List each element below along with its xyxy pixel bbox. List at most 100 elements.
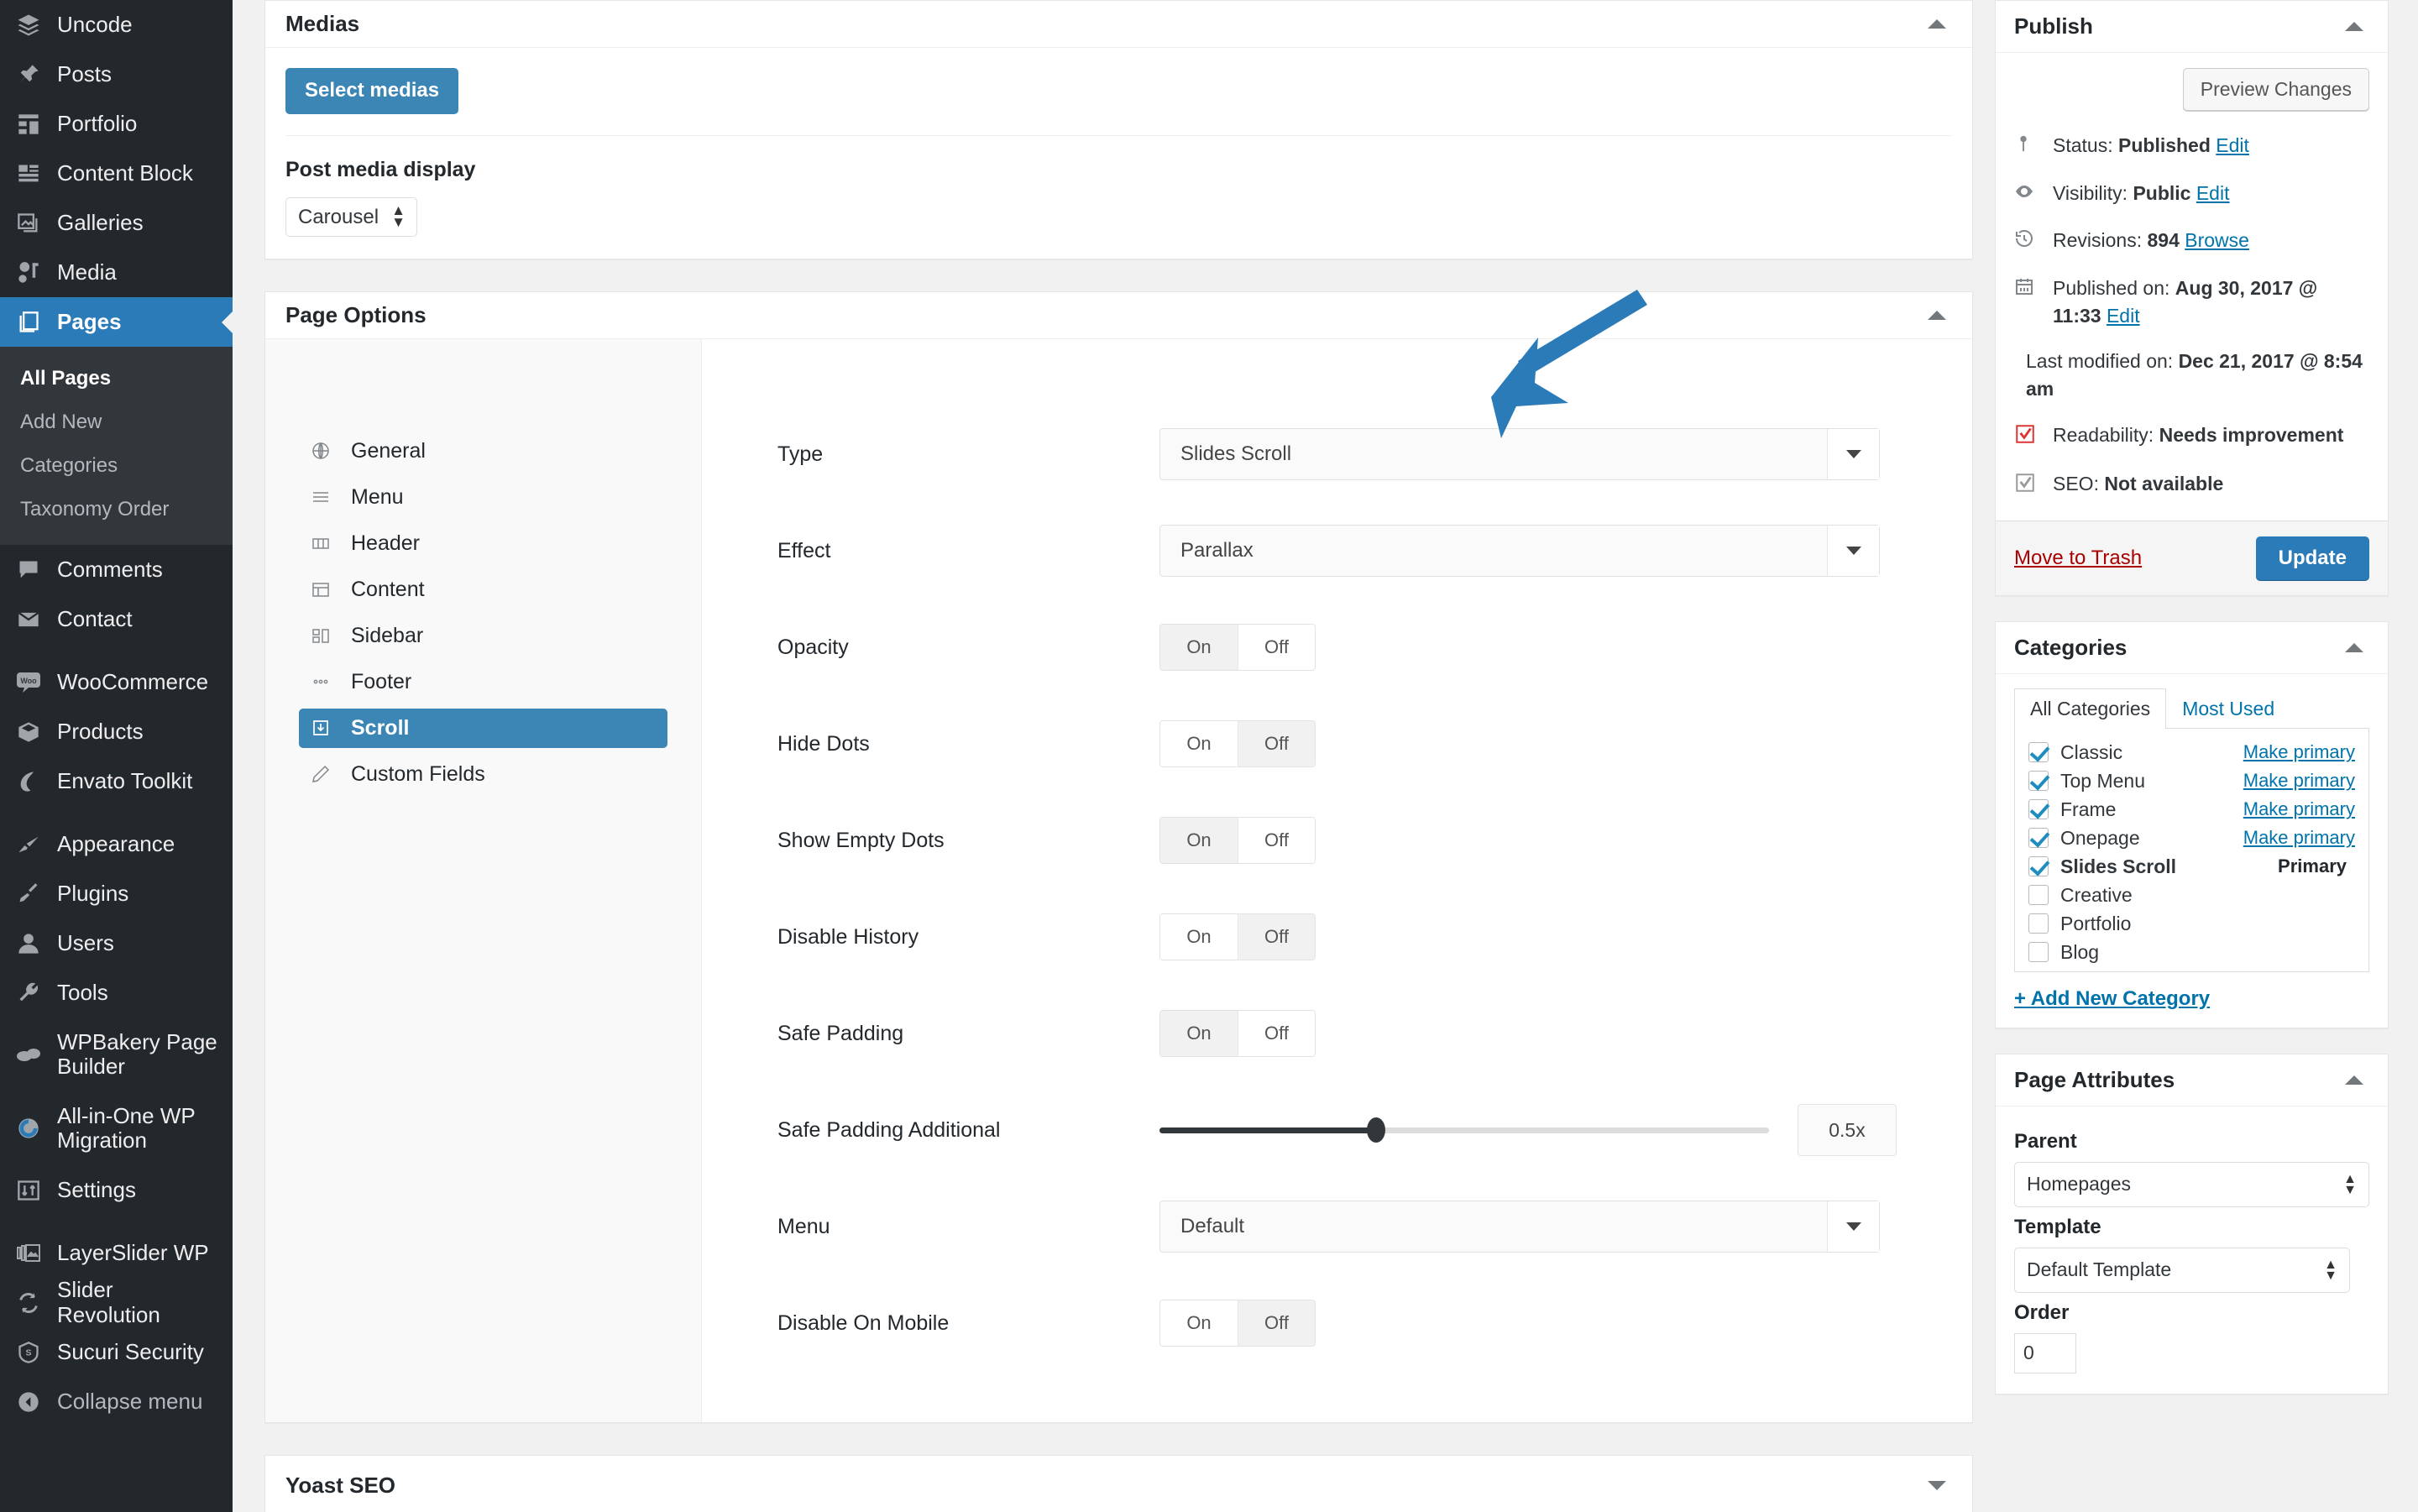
submenu-item-add-new[interactable]: Add New <box>0 400 233 444</box>
category-checkbox[interactable] <box>2028 828 2049 849</box>
effect-select[interactable]: Parallax <box>1159 525 1880 578</box>
opacity-toggle-on[interactable]: On <box>1160 625 1238 671</box>
add-new-category-link[interactable]: + Add New Category <box>2014 987 2369 1011</box>
tab-most-used[interactable]: Most Used <box>2166 688 2290 729</box>
sidebar-item-uncode[interactable]: Uncode <box>0 0 233 50</box>
disable-on-mobile-toggle[interactable]: On Off <box>1159 1300 1316 1347</box>
page-attributes-panel-header[interactable]: Page Attributes <box>1996 1054 2388 1107</box>
yoast-seo-panel-header[interactable]: Yoast SEO <box>265 1456 1972 1512</box>
sidebar-item-pages[interactable]: Pages <box>0 297 233 347</box>
page-options-nav-custom-fields[interactable]: Custom Fields <box>299 755 667 794</box>
collapse-toggle-icon[interactable] <box>2339 12 2369 42</box>
disable-history-toggle-on[interactable]: On <box>1160 914 1238 960</box>
page-options-nav-header[interactable]: Header <box>299 524 667 563</box>
publish-revisions-browse-link[interactable]: Browse <box>2185 229 2249 251</box>
preview-changes-button[interactable]: Preview Changes <box>2182 68 2369 111</box>
show-empty-dots-toggle[interactable]: On Off <box>1159 817 1316 865</box>
category-checkbox[interactable] <box>2028 771 2049 792</box>
menu-select[interactable]: Default <box>1159 1201 1880 1253</box>
hide-dots-toggle-off[interactable]: Off <box>1238 721 1315 767</box>
sidebar-item-portfolio[interactable]: Portfolio <box>0 99 233 149</box>
sidebar-item-woocommerce[interactable]: Woo WooCommerce <box>0 657 233 707</box>
category-checkbox[interactable] <box>2028 942 2049 963</box>
category-checkbox[interactable] <box>2028 885 2049 906</box>
sidebar-item-tools[interactable]: Tools <box>0 968 233 1018</box>
categories-panel-header[interactable]: Categories <box>1996 622 2388 674</box>
category-checkbox[interactable] <box>2028 742 2049 763</box>
sidebar-collapse-menu[interactable]: Collapse menu <box>0 1377 233 1426</box>
collapse-toggle-icon[interactable] <box>1922 1471 1952 1501</box>
show-empty-dots-toggle-off[interactable]: Off <box>1238 818 1315 864</box>
move-to-trash-link[interactable]: Move to Trash <box>2014 547 2142 570</box>
publish-panel-header[interactable]: Publish <box>1996 1 2388 53</box>
medias-panel-header[interactable]: Medias <box>265 1 1972 48</box>
category-checkbox[interactable] <box>2028 856 2049 877</box>
show-empty-dots-toggle-on[interactable]: On <box>1160 818 1238 864</box>
collapse-toggle-icon[interactable] <box>1922 9 1952 39</box>
publish-status-label: Status: <box>2053 134 2113 156</box>
category-checkbox[interactable] <box>2028 799 2049 820</box>
sidebar-item-settings[interactable]: Settings <box>0 1165 233 1215</box>
hide-dots-toggle[interactable]: On Off <box>1159 720 1316 768</box>
page-options-nav-general[interactable]: General <box>299 432 667 471</box>
submenu-item-all-pages[interactable]: All Pages <box>0 357 233 400</box>
disable-on-mobile-toggle-on[interactable]: On <box>1160 1300 1238 1347</box>
make-primary-link[interactable]: Make primary <box>2243 798 2355 820</box>
sidebar-item-appearance[interactable]: Appearance <box>0 819 233 869</box>
disable-on-mobile-toggle-off[interactable]: Off <box>1238 1300 1315 1347</box>
tab-all-categories[interactable]: All Categories <box>2014 688 2167 729</box>
page-options-nav-scroll[interactable]: Scroll <box>299 708 667 748</box>
opacity-toggle[interactable]: On Off <box>1159 624 1316 672</box>
template-label: Template <box>2014 1215 2101 1238</box>
opacity-toggle-off[interactable]: Off <box>1238 625 1315 671</box>
sidebar-item-all-in-one-wp-migration[interactable]: All-in-One WP Migration <box>0 1091 233 1165</box>
sidebar-item-products[interactable]: Products <box>0 707 233 756</box>
sidebar-item-sucuri-security[interactable]: S Sucuri Security <box>0 1327 233 1377</box>
collapse-toggle-icon[interactable] <box>1922 300 1952 330</box>
sidebar-item-media[interactable]: Media <box>0 248 233 297</box>
page-options-panel-header[interactable]: Page Options <box>265 292 1972 339</box>
update-button[interactable]: Update <box>2255 536 2369 580</box>
safe-padding-additional-slider[interactable] <box>1159 1117 1769 1143</box>
disable-history-toggle-off[interactable]: Off <box>1238 914 1315 960</box>
order-input[interactable] <box>2014 1332 2076 1373</box>
page-options-nav-footer[interactable]: Footer <box>299 662 667 702</box>
type-select[interactable]: Slides Scroll <box>1159 428 1880 481</box>
sidebar-item-wpbakery-page-builder[interactable]: WPBakery Page Builder <box>0 1018 233 1091</box>
category-checkbox[interactable] <box>2028 913 2049 934</box>
page-options-nav-content[interactable]: Content <box>299 570 667 610</box>
disable-history-toggle[interactable]: On Off <box>1159 913 1316 961</box>
sidebar-item-galleries[interactable]: Galleries <box>0 198 233 248</box>
sidebar-item-slider-revolution[interactable]: Slider Revolution <box>0 1278 233 1327</box>
hide-dots-toggle-on[interactable]: On <box>1160 721 1238 767</box>
sidebar-item-layerslider-wp[interactable]: LayerSlider WP <box>0 1228 233 1278</box>
publish-published-edit-link[interactable]: Edit <box>2107 305 2140 327</box>
select-medias-button[interactable]: Select medias <box>285 68 459 114</box>
collapse-toggle-icon[interactable] <box>2339 632 2369 662</box>
sidebar-item-posts[interactable]: Posts <box>0 50 233 99</box>
make-primary-link[interactable]: Make primary <box>2243 827 2355 849</box>
publish-status-edit-link[interactable]: Edit <box>2216 134 2249 156</box>
safe-padding-toggle-off[interactable]: Off <box>1238 1011 1315 1057</box>
parent-select[interactable]: Homepages ▲ ▼ <box>2014 1161 2369 1207</box>
sidebar-item-contact[interactable]: Contact <box>0 594 233 644</box>
safe-padding-toggle[interactable]: On Off <box>1159 1010 1316 1058</box>
collapse-toggle-icon[interactable] <box>2339 1065 2369 1095</box>
make-primary-link[interactable]: Make primary <box>2243 770 2355 792</box>
post-media-display-select[interactable]: Carousel <box>285 196 417 237</box>
sidebar-item-content-block[interactable]: Content Block <box>0 149 233 198</box>
page-options-nav-sidebar[interactable]: Sidebar <box>299 616 667 656</box>
slider-handle[interactable] <box>1366 1117 1385 1143</box>
template-select[interactable]: Default Template ▲ ▼ <box>2014 1247 2350 1293</box>
sidebar-item-envato-toolkit[interactable]: Envato Toolkit <box>0 756 233 806</box>
categories-list[interactable]: Classic Make primary Top Menu Make prima… <box>2014 728 2369 972</box>
page-options-nav-menu[interactable]: Menu <box>299 478 667 517</box>
sidebar-item-plugins[interactable]: Plugins <box>0 869 233 918</box>
make-primary-link[interactable]: Make primary <box>2243 741 2355 763</box>
sidebar-item-users[interactable]: Users <box>0 918 233 968</box>
submenu-item-taxonomy-order[interactable]: Taxonomy Order <box>0 488 233 531</box>
sidebar-item-comments[interactable]: Comments <box>0 545 233 594</box>
safe-padding-toggle-on[interactable]: On <box>1160 1011 1238 1057</box>
publish-visibility-edit-link[interactable]: Edit <box>2196 182 2230 204</box>
submenu-item-categories[interactable]: Categories <box>0 444 233 488</box>
